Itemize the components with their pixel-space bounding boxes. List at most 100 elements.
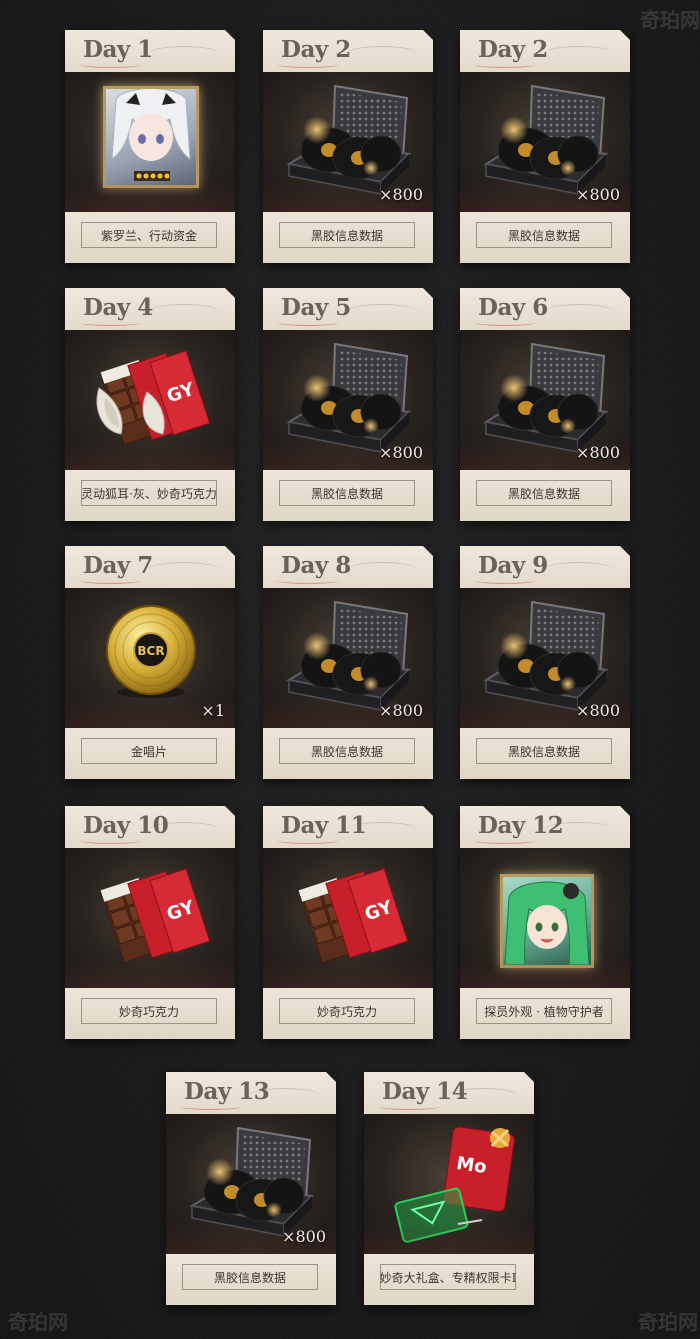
- vinyl-case-icon: [286, 342, 412, 453]
- card-footer: 黑胶信息数据: [166, 1254, 336, 1305]
- day-label: Day 1: [83, 36, 153, 63]
- reward-name: 黑胶信息数据: [310, 228, 383, 243]
- reward-image: ×800: [460, 330, 630, 470]
- card-footer: 黑胶信息数据: [263, 470, 433, 521]
- card-header: Day 13: [166, 1072, 336, 1114]
- header-flourish: [544, 46, 614, 61]
- record-logo-text: BCR: [137, 644, 164, 658]
- reward-name-box: 妙奇大礼盒、专精权限卡Ⅰ: [380, 1264, 516, 1290]
- card-header: Day 2: [460, 30, 630, 72]
- reward-name-box: 黑胶信息数据: [279, 738, 415, 764]
- svg-text:Mo: Mo: [455, 1153, 488, 1178]
- reward-name-box: 紫罗兰、行动资金: [81, 222, 217, 248]
- watermark: 奇珀网: [640, 8, 700, 32]
- day-label: Day 2: [281, 36, 351, 63]
- vinyl-case-icon: [483, 84, 609, 195]
- watermark: 奇珀网: [8, 1310, 68, 1334]
- reward-image: ×800: [460, 72, 630, 212]
- day-label: Day 4: [83, 294, 153, 321]
- reward-image: ×800: [166, 1114, 336, 1254]
- reward-card-day-14[interactable]: Day 14 Mo 妙奇大礼盒、专精权限卡Ⅰ: [364, 1072, 534, 1305]
- reward-card-day-2[interactable]: Day 2 ×800 黑胶信息数据: [263, 30, 433, 263]
- reward-image: [65, 72, 235, 212]
- reward-quantity: ×800: [379, 185, 423, 204]
- character-portrait: [103, 86, 199, 188]
- card-footer: 妙奇大礼盒、专精权限卡Ⅰ: [364, 1254, 534, 1305]
- reward-image: GY: [65, 848, 235, 988]
- card-footer: 探员外观 · 植物守护者: [460, 988, 630, 1039]
- card-header: Day 6: [460, 288, 630, 330]
- header-flourish: [347, 562, 417, 577]
- card-footer: 黑胶信息数据: [263, 212, 433, 263]
- day-label: Day 10: [83, 812, 169, 839]
- card-header: Day 11: [263, 806, 433, 848]
- reward-image: [460, 848, 630, 988]
- card-footer: 黑胶信息数据: [263, 728, 433, 779]
- day-label: Day 2: [478, 36, 548, 63]
- reward-image: GY: [263, 848, 433, 988]
- reward-card-day-8[interactable]: Day 8 ×800 黑胶信息数据: [263, 546, 433, 779]
- reward-quantity: ×800: [379, 443, 423, 462]
- reward-name-box: 金唱片: [81, 738, 217, 764]
- reward-image: BCR ×1: [65, 588, 235, 728]
- reward-name: 黑胶信息数据: [507, 744, 580, 759]
- reward-image: Mo: [364, 1114, 534, 1254]
- reward-name-box: 黑胶信息数据: [279, 222, 415, 248]
- reward-card-day-13[interactable]: Day 13 ×800 黑胶信息数据: [166, 1072, 336, 1305]
- reward-name: 妙奇大礼盒、专精权限卡Ⅰ: [379, 1270, 517, 1285]
- gold-record-icon: BCR: [106, 605, 196, 698]
- card-footer: 黑胶信息数据: [460, 470, 630, 521]
- reward-card-day-5[interactable]: Day 5 ×800 黑胶信息数据: [263, 288, 433, 521]
- chocolate-icon: GY: [298, 868, 409, 964]
- reward-name: 妙奇巧克力: [118, 1004, 179, 1019]
- character-face-icon: [504, 881, 590, 965]
- header-flourish: [149, 304, 219, 319]
- reward-card-day-6[interactable]: Day 6 ×800 黑胶信息数据: [460, 288, 630, 521]
- card-header: Day 7: [65, 546, 235, 588]
- reward-image: ×800: [460, 588, 630, 728]
- reward-name: 黑胶信息数据: [213, 1270, 286, 1285]
- chocolate-icon: GY: [100, 868, 211, 964]
- day-label: Day 14: [382, 1078, 468, 1105]
- header-flourish: [347, 304, 417, 319]
- reward-name: 妙奇巧克力: [316, 1004, 377, 1019]
- reward-card-day-12[interactable]: Day 12 探员外观 · 植物守护者: [460, 806, 630, 1039]
- day-label: Day 5: [281, 294, 351, 321]
- card-header: Day 8: [263, 546, 433, 588]
- header-flourish: [347, 46, 417, 61]
- card-header: Day 9: [460, 546, 630, 588]
- card-footer: 紫罗兰、行动资金: [65, 212, 235, 263]
- reward-card-day-4[interactable]: Day 4 GY 灵动狐耳·灰、妙奇巧克力: [65, 288, 235, 521]
- character-face-icon: [111, 89, 191, 181]
- reward-name-box: 妙奇巧克力: [81, 998, 217, 1024]
- card-header: Day 12: [460, 806, 630, 848]
- reward-name: 金唱片: [130, 744, 167, 759]
- reward-card-day-11[interactable]: Day 11 GY 妙奇巧克力: [263, 806, 433, 1039]
- card-footer: 妙奇巧克力: [65, 988, 235, 1039]
- card-header: Day 10: [65, 806, 235, 848]
- reward-name-box: 黑胶信息数据: [476, 222, 612, 248]
- card-header: Day 14: [364, 1072, 534, 1114]
- reward-card-day-7[interactable]: Day 7 BCR ×1 金唱片: [65, 546, 235, 779]
- card-header: Day 4: [65, 288, 235, 330]
- reward-card-day-3[interactable]: Day 2 ×800 黑胶信息数据: [460, 30, 630, 263]
- vinyl-case-icon: [483, 600, 609, 711]
- reward-name-box: 妙奇巧克力: [279, 998, 415, 1024]
- reward-name: 黑胶信息数据: [310, 486, 383, 501]
- reward-name-box: 黑胶信息数据: [476, 480, 612, 506]
- day-label: Day 6: [478, 294, 548, 321]
- reward-name-box: 探员外观 · 植物守护者: [476, 998, 612, 1024]
- day-label: Day 12: [478, 812, 564, 839]
- vinyl-case-icon: [286, 84, 412, 195]
- reward-name: 灵动狐耳·灰、妙奇巧克力: [81, 486, 217, 501]
- login-reward-grid: Day 1 紫罗兰、行动资金 Day 2 ×800 黑胶信息数据 Day 2 ×…: [0, 0, 700, 1339]
- reward-card-day-10[interactable]: Day 10 GY 妙奇巧克力: [65, 806, 235, 1039]
- reward-quantity: ×800: [576, 443, 620, 462]
- header-flourish: [149, 562, 219, 577]
- reward-name: 探员外观 · 植物守护者: [484, 1004, 604, 1019]
- reward-quantity: ×1: [201, 701, 225, 720]
- card-header: Day 2: [263, 30, 433, 72]
- card-footer: 金唱片: [65, 728, 235, 779]
- reward-card-day-9[interactable]: Day 9 ×800 黑胶信息数据: [460, 546, 630, 779]
- reward-card-day-1[interactable]: Day 1 紫罗兰、行动资金: [65, 30, 235, 263]
